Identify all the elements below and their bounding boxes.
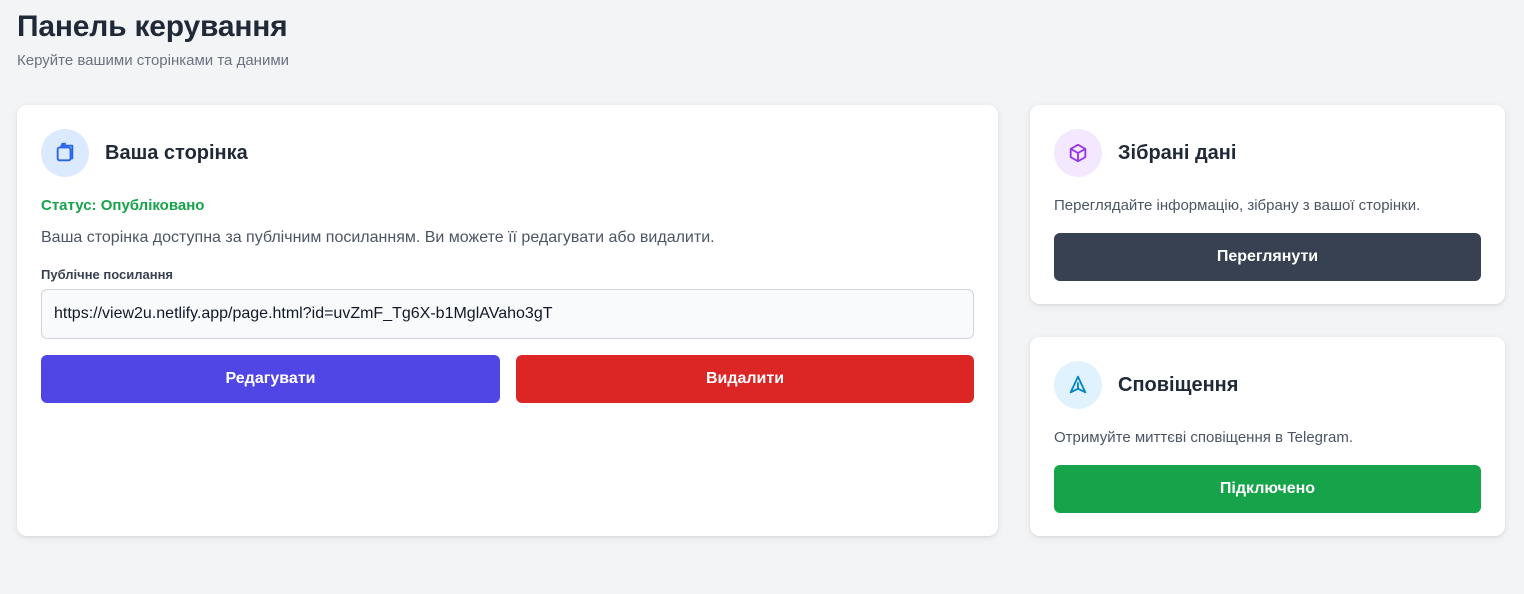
public-link-field[interactable] — [41, 289, 974, 339]
view-button[interactable]: Переглянути — [1054, 233, 1481, 281]
send-icon — [1054, 361, 1102, 409]
data-card-title: Зібрані дані — [1118, 141, 1237, 164]
notifications-card-title: Сповіщення — [1118, 373, 1239, 396]
cube-icon — [1054, 129, 1102, 177]
page-title: Панель керування — [17, 10, 288, 43]
public-link-label: Публічне посилання — [41, 267, 174, 282]
page-card-title: Ваша сторінка — [105, 141, 248, 164]
collected-data-card: Зібрані дані Переглядайте інформацію, зі… — [1030, 105, 1505, 304]
data-card-description: Переглядайте інформацію, зібрану з вашої… — [1054, 197, 1421, 214]
page-card-header: Ваша сторінка — [41, 129, 248, 177]
data-card-header: Зібрані дані — [1054, 129, 1236, 177]
document-copy-icon — [41, 129, 89, 177]
notifications-card-description: Отримуйте миттєві сповіщення в Telegram. — [1054, 429, 1354, 446]
delete-button[interactable]: Видалити — [516, 355, 974, 403]
page-card: Ваша сторінка Статус: Опубліковано Ваша … — [17, 105, 998, 536]
notifications-card-header: Сповіщення — [1054, 361, 1238, 409]
notifications-card: Сповіщення Отримуйте миттєві сповіщення … — [1030, 337, 1505, 536]
edit-button[interactable]: Редагувати — [41, 355, 500, 403]
page-card-description: Ваша сторінка доступна за публічним поси… — [41, 229, 715, 246]
page-subtitle: Керуйте вашими сторінками та даними — [17, 52, 290, 69]
telegram-connected-button[interactable]: Підключено — [1054, 465, 1481, 513]
status-badge: Статус: Опубліковано — [41, 197, 205, 214]
